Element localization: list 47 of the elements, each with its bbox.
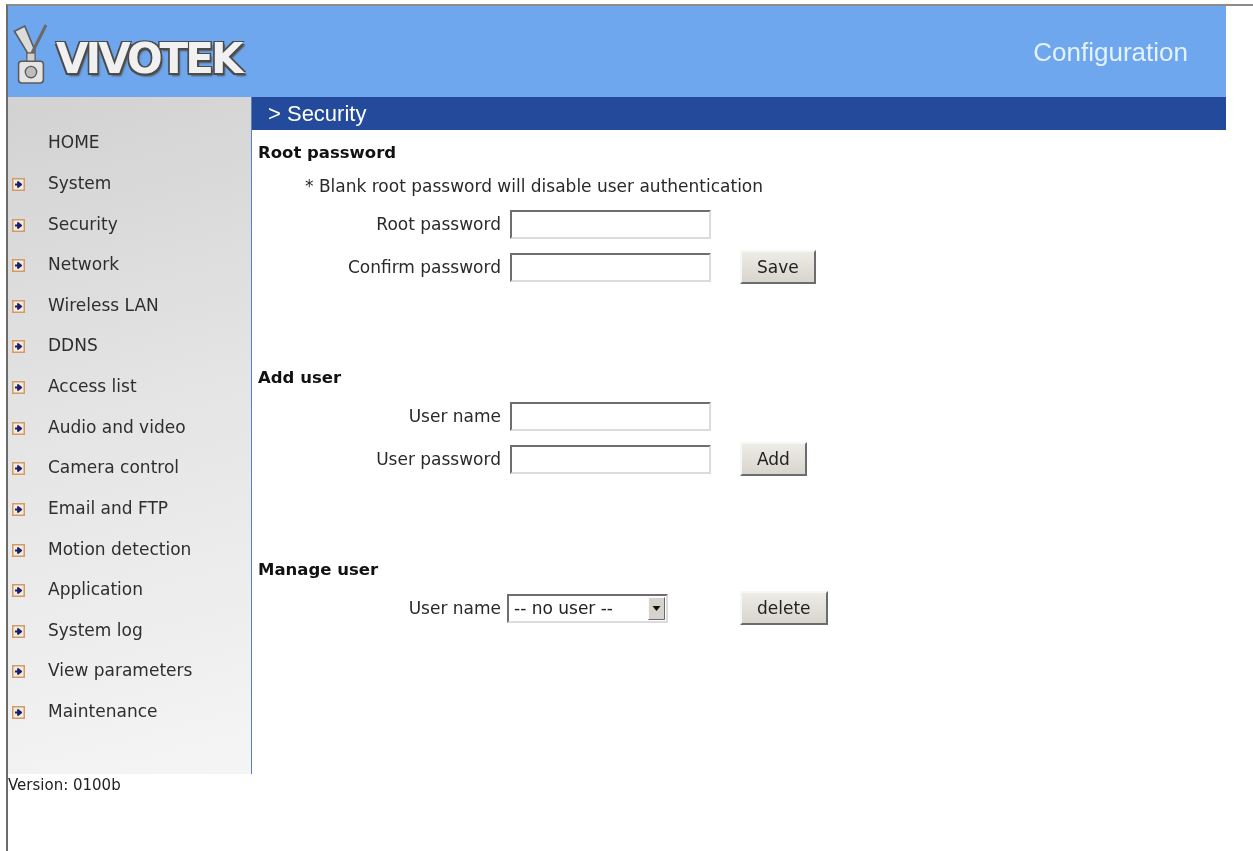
nav-link[interactable]: DDNS xyxy=(48,334,98,357)
action-button[interactable]: Add xyxy=(740,442,807,476)
arrow-icon xyxy=(12,584,25,598)
dropdown-arrow-icon[interactable] xyxy=(648,596,665,620)
field-label: User name xyxy=(408,597,501,619)
arrow-icon xyxy=(12,624,25,638)
input-field[interactable] xyxy=(510,209,711,239)
section-heading: Manage user xyxy=(258,559,379,581)
arrow-icon xyxy=(12,462,25,476)
arrow-icon xyxy=(12,299,25,313)
nav-link[interactable]: System log xyxy=(48,618,143,641)
input-field[interactable] xyxy=(510,252,711,282)
hint-text: * Blank root password will disable user authentication xyxy=(305,175,764,198)
nav-link[interactable]: Email and FTP xyxy=(48,496,169,519)
nav-link[interactable]: View parameters xyxy=(48,659,193,682)
arrow-icon xyxy=(12,259,25,273)
arrow-icon xyxy=(12,218,25,232)
dropdown-field[interactable]: -- no user -- xyxy=(507,593,668,623)
arrow-icon xyxy=(12,340,25,354)
nav-link[interactable]: Security xyxy=(48,212,118,235)
field-label: User name xyxy=(408,405,501,427)
input-field[interactable] xyxy=(510,444,711,474)
field-label: User password xyxy=(376,448,501,470)
field-label: Root password xyxy=(376,213,501,235)
section-title-bar: > Security xyxy=(252,97,1226,130)
nav-link[interactable]: Access list xyxy=(48,375,137,398)
nav-link[interactable]: System xyxy=(48,171,112,194)
nav-link[interactable]: Application xyxy=(48,578,143,601)
brand-logo: VIVOTEK xyxy=(56,36,241,81)
version-text: Version: 0100b xyxy=(8,775,121,795)
page-title: Configuration xyxy=(1033,35,1188,68)
nav-link[interactable]: Network xyxy=(48,253,119,276)
input-field[interactable] xyxy=(510,401,711,431)
nav-link[interactable]: Maintenance xyxy=(48,700,158,723)
arrow-icon xyxy=(12,543,25,557)
nav-link[interactable]: Audio and video xyxy=(48,415,186,438)
nav-link[interactable]: Motion detection xyxy=(48,537,192,560)
nav-link[interactable]: Wireless LAN xyxy=(48,293,159,316)
section-heading: Root password xyxy=(258,142,397,164)
section-heading: Add user xyxy=(258,367,342,389)
field-label: Confirm password xyxy=(347,256,501,278)
home-link[interactable]: HOME xyxy=(48,131,100,154)
nav-link[interactable]: Camera control xyxy=(48,456,180,479)
arrow-icon xyxy=(12,421,25,435)
action-button[interactable]: delete xyxy=(740,591,828,625)
action-button[interactable]: Save xyxy=(740,250,816,284)
arrow-icon xyxy=(12,665,25,679)
